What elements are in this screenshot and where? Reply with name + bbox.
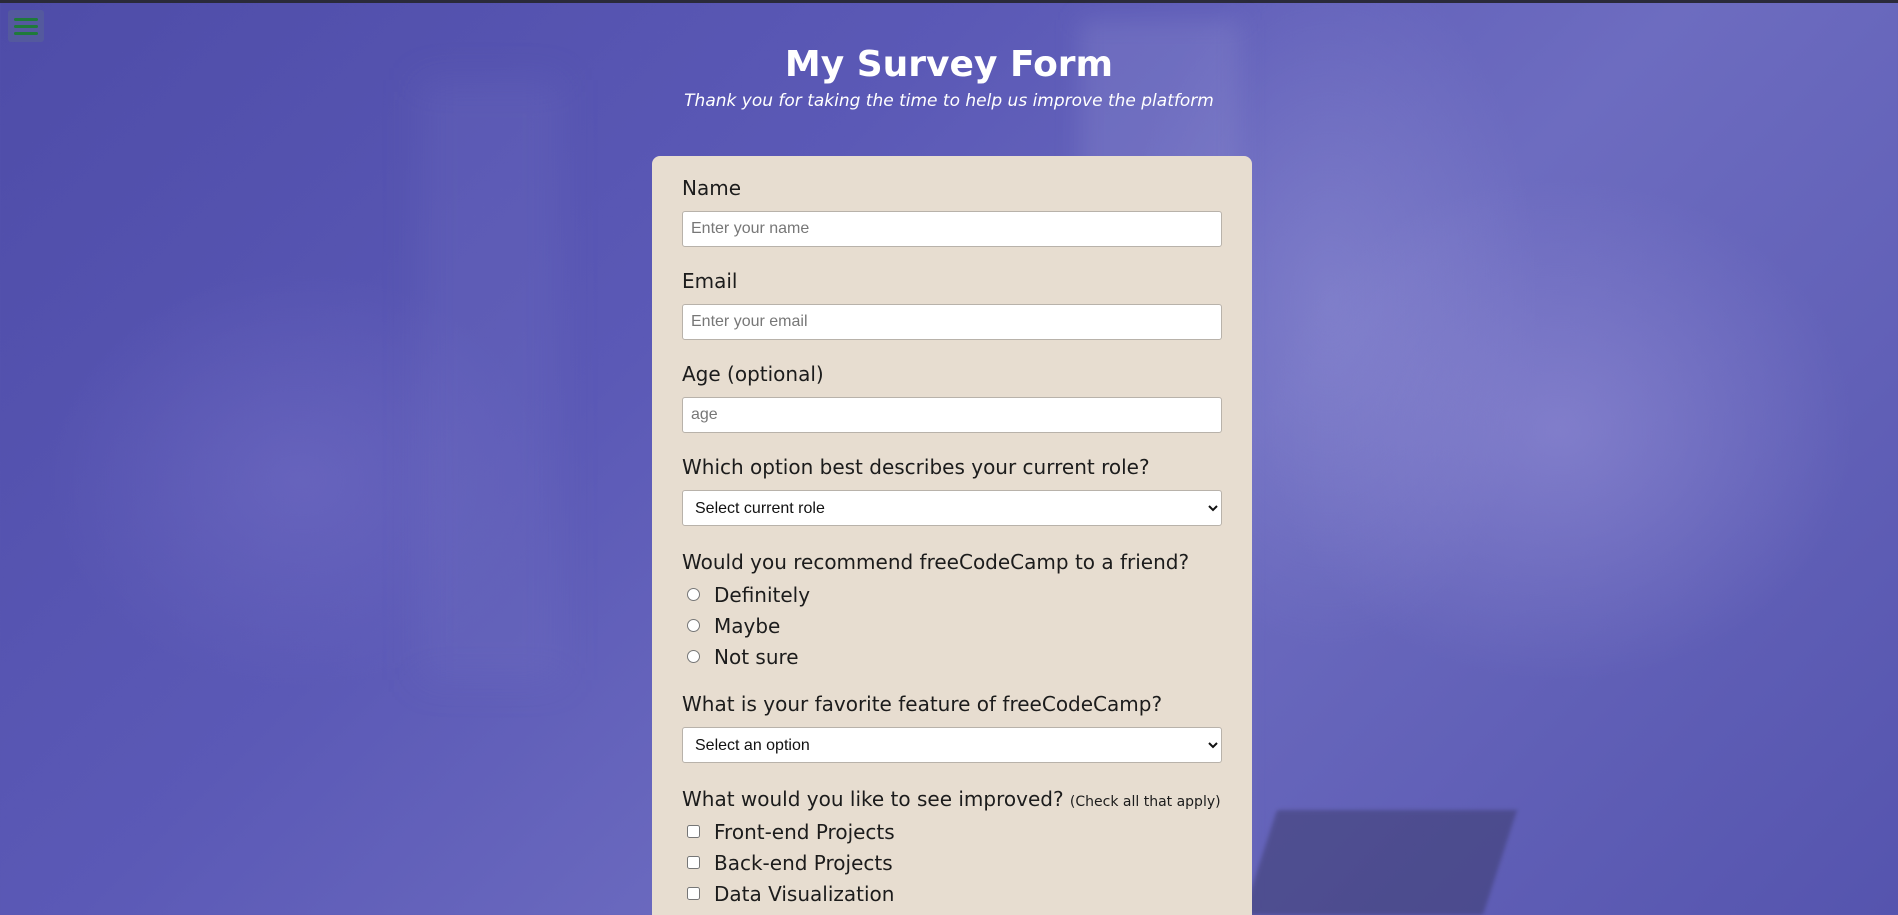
background-laptop bbox=[1242, 810, 1518, 915]
improve-checkbox-data-visualization[interactable] bbox=[687, 887, 700, 900]
recommend-option-label: Maybe bbox=[714, 613, 781, 638]
improve-option-back-end[interactable]: Back-end Projects bbox=[682, 847, 1222, 878]
recommend-option-label: Definitely bbox=[714, 582, 811, 607]
improve-option-label: Back-end Projects bbox=[714, 850, 893, 875]
background-image-shade bbox=[420, 80, 560, 680]
recommend-radio-group: Definitely Maybe Not sure bbox=[682, 579, 1222, 672]
email-input[interactable] bbox=[682, 304, 1222, 340]
improve-checkbox-back-end[interactable] bbox=[687, 856, 700, 869]
survey-form: Name Email Age (optional) Which option b… bbox=[652, 156, 1252, 915]
recommend-radio-definitely[interactable] bbox=[687, 588, 700, 601]
improve-label-text: What would you like to see improved? bbox=[682, 787, 1064, 811]
recommend-label: Would you recommend freeCodeCamp to a fr… bbox=[682, 550, 1190, 574]
improve-option-label: Front-end Projects bbox=[714, 819, 895, 844]
improve-option-data-visualization[interactable]: Data Visualization bbox=[682, 878, 1222, 909]
page-title: My Survey Form bbox=[784, 44, 1114, 85]
hamburger-menu-icon-bar bbox=[14, 31, 38, 35]
email-label: Email bbox=[682, 269, 738, 293]
favorite-feature-label: What is your favorite feature of freeCod… bbox=[682, 692, 1163, 716]
page-header: My Survey Form Thank you for taking the … bbox=[0, 44, 1898, 111]
improve-label-note: (Check all that apply) bbox=[1069, 794, 1221, 810]
improve-option-front-end[interactable]: Front-end Projects bbox=[682, 816, 1222, 847]
recommend-option-label: Not sure bbox=[714, 644, 799, 669]
name-input[interactable] bbox=[682, 211, 1222, 247]
recommend-radio-not-sure[interactable] bbox=[687, 650, 700, 663]
favorite-feature-dropdown[interactable]: Select an option bbox=[682, 727, 1222, 763]
hamburger-menu-icon bbox=[14, 17, 38, 21]
improve-label: What would you like to see improved? (Ch… bbox=[682, 787, 1222, 811]
age-input[interactable] bbox=[682, 397, 1222, 433]
recommend-option-not-sure[interactable]: Not sure bbox=[682, 641, 1222, 672]
name-label: Name bbox=[682, 176, 742, 200]
hamburger-menu-icon-bar bbox=[14, 24, 38, 28]
page-description: Thank you for taking the time to help us… bbox=[684, 91, 1214, 111]
improve-checkbox-front-end[interactable] bbox=[687, 825, 700, 838]
recommend-radio-maybe[interactable] bbox=[687, 619, 700, 632]
improve-checkbox-group: Front-end Projects Back-end Projects Dat… bbox=[682, 816, 1222, 909]
age-label: Age (optional) bbox=[682, 362, 824, 386]
top-border bbox=[0, 0, 1898, 3]
role-dropdown[interactable]: Select current role bbox=[682, 490, 1222, 526]
role-label: Which option best describes your current… bbox=[682, 455, 1150, 479]
improve-option-label: Data Visualization bbox=[714, 881, 895, 906]
recommend-option-definitely[interactable]: Definitely bbox=[682, 579, 1222, 610]
recommend-option-maybe[interactable]: Maybe bbox=[682, 610, 1222, 641]
hamburger-menu-button[interactable] bbox=[8, 10, 44, 42]
